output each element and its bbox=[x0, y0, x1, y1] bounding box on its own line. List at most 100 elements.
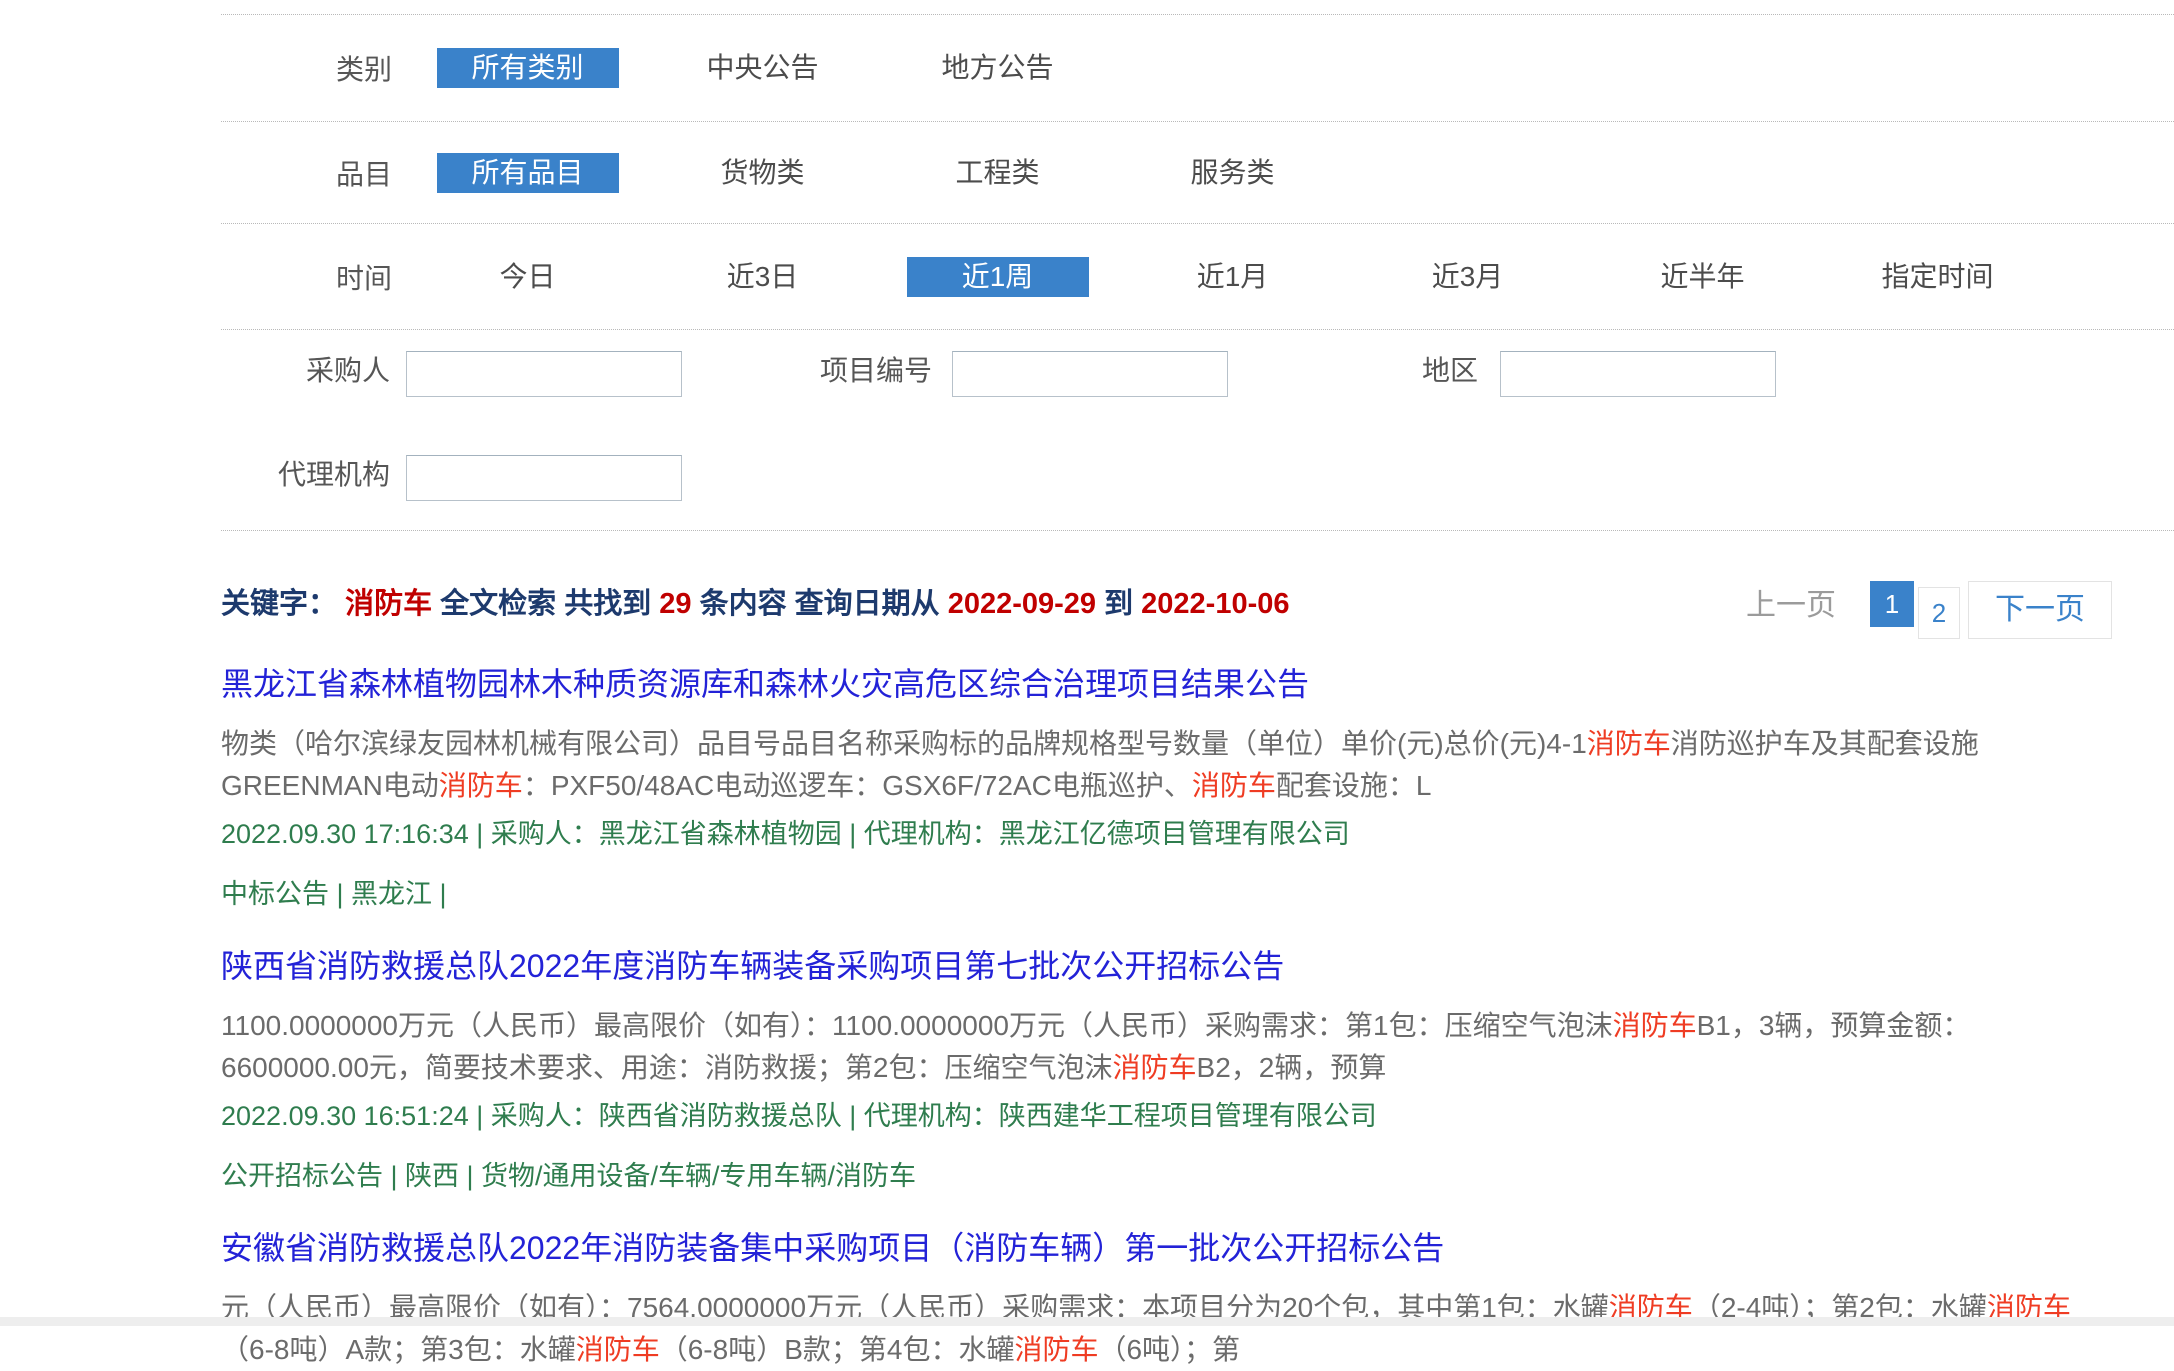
highlighted-keyword: 消防车 bbox=[345, 588, 432, 620]
text-segment: ：PXF50/48AC电动巡逻车：GSX6F/72AC电瓶巡护、 bbox=[523, 770, 1192, 801]
highlighted-keyword: 消防车 bbox=[1587, 728, 1671, 759]
highlighted-keyword: 29 bbox=[659, 588, 691, 620]
filter-option-today[interactable]: 今日 bbox=[410, 257, 645, 297]
filter-input-row-1: 采购人 项目编号 地区 bbox=[221, 349, 2174, 397]
text-segment: （6-8吨）B款；第4包：水罐 bbox=[660, 1334, 1015, 1365]
highlighted-keyword: 2022-10-06 bbox=[1141, 588, 1289, 620]
result-snippet-line: GREENMAN电动消防车：PXF50/48AC电动巡逻车：GSX6F/72AC… bbox=[221, 765, 2174, 807]
result-snippet: 物类（哈尔滨绿友园林机械有限公司）品目号品目名称采购标的品牌规格型号数量（单位）… bbox=[221, 723, 2174, 807]
filter-option-label: 货物类 bbox=[720, 153, 804, 193]
result-tags[interactable]: 公开招标公告 | 陕西 | 货物/通用设备/车辆/专用车辆/消防车 bbox=[221, 1159, 2174, 1193]
filter-option-central-announcements[interactable]: 中央公告 bbox=[645, 48, 880, 88]
project-number-label: 项目编号 bbox=[682, 349, 932, 397]
filter-option-last-week[interactable]: 近1周 bbox=[880, 257, 1115, 297]
result-meta: 2022.09.30 16:51:24 | 采购人：陕西省消防救援总队 | 代理… bbox=[221, 1099, 2174, 1133]
filter-option-label: 今日 bbox=[499, 257, 555, 297]
highlighted-keyword: 消防车 bbox=[1613, 1010, 1697, 1041]
filter-input-row-2: 代理机构 bbox=[221, 453, 2174, 501]
text-segment: 条内容 查询日期从 bbox=[692, 588, 948, 620]
result-snippet: 元（人民币）最高限价（如有）：7564.0000000万元（人民币）采购需求：本… bbox=[221, 1287, 2174, 1371]
result-item-2: 陕西省消防救援总队2022年度消防车辆装备采购项目第七批次公开招标公告 1100… bbox=[221, 941, 2174, 1193]
text-segment: 配套设施：L bbox=[1276, 770, 1432, 801]
filter-panel: 类别 所有类别 中央公告 地方公告 品目 所有品目 货物类 bbox=[221, 14, 2174, 531]
filter-option-goods[interactable]: 货物类 bbox=[645, 153, 880, 193]
text-segment: 关键字： bbox=[221, 588, 345, 620]
filter-option-services[interactable]: 服务类 bbox=[1115, 153, 1350, 193]
result-item-1: 黑龙江省森林植物园林木种质资源库和森林火灾高危区综合治理项目结果公告 物类（哈尔… bbox=[221, 659, 2174, 911]
purchaser-label: 采购人 bbox=[221, 349, 390, 397]
filter-option-label: 近3月 bbox=[1432, 257, 1504, 297]
page-number-2[interactable]: 2 bbox=[1918, 587, 1960, 639]
filter-option-label: 工程类 bbox=[955, 153, 1039, 193]
next-page-button[interactable]: 下一页 bbox=[1968, 581, 2112, 639]
purchaser-input[interactable] bbox=[406, 351, 682, 397]
results-list: 黑龙江省森林植物园林木种质资源库和森林火灾高危区综合治理项目结果公告 物类（哈尔… bbox=[221, 659, 2174, 1371]
highlighted-keyword: 消防车 bbox=[1113, 1052, 1197, 1083]
filter-option-label: 近3日 bbox=[727, 257, 799, 297]
result-snippet-line: 1100.0000000万元（人民币）最高限价（如有）：1100.0000000… bbox=[221, 1005, 2174, 1047]
filter-options-item-type: 所有品目 货物类 工程类 服务类 bbox=[410, 153, 1350, 193]
result-snippet-line: （6-8吨）A款；第3包：水罐消防车（6-8吨）B款；第4包：水罐消防车（6吨）… bbox=[221, 1329, 2174, 1371]
result-title-link[interactable]: 陕西省消防救援总队2022年度消防车辆装备采购项目第七批次公开招标公告 bbox=[221, 941, 2174, 987]
text-segment: 1100.0000000万元（人民币）最高限价（如有）：1100.0000000… bbox=[221, 1010, 1613, 1041]
filter-option-label: 中央公告 bbox=[706, 48, 818, 88]
result-title-link[interactable]: 安徽省消防救援总队2022年消防装备集中采购项目（消防车辆）第一批次公开招标公告 bbox=[221, 1223, 2174, 1269]
filter-option-label: 所有类别 bbox=[437, 48, 619, 88]
text-segment: GREENMAN电动 bbox=[221, 770, 439, 801]
search-summary: 关键字： 消防车 全文检索 共找到 29 条内容 查询日期从 2022-09-2… bbox=[221, 587, 1290, 621]
filter-option-last-month[interactable]: 近1月 bbox=[1115, 257, 1350, 297]
filter-label-item-type: 品目 bbox=[221, 153, 392, 193]
filter-inputs-area: 采购人 项目编号 地区 代理机构 bbox=[221, 329, 2174, 531]
region-label: 地区 bbox=[1228, 349, 1478, 397]
filter-option-label: 地方公告 bbox=[941, 48, 1053, 88]
filter-option-all-categories[interactable]: 所有类别 bbox=[410, 48, 645, 88]
filter-row-time: 时间 今日 近3日 近1周 近1月 近3月 近半年 bbox=[221, 223, 2174, 329]
filter-option-label: 近半年 bbox=[1660, 257, 1744, 297]
filter-option-label: 近1月 bbox=[1197, 257, 1269, 297]
text-segment: 消防巡护车及其配套设施 bbox=[1671, 728, 1979, 759]
page-bottom-strip bbox=[0, 1317, 2174, 1326]
filter-option-last-3-months[interactable]: 近3月 bbox=[1350, 257, 1585, 297]
filter-row-category: 类别 所有类别 中央公告 地方公告 bbox=[221, 14, 2174, 121]
result-snippet-line: 物类（哈尔滨绿友园林机械有限公司）品目号品目名称采购标的品牌规格型号数量（单位）… bbox=[221, 723, 2174, 765]
filter-option-label: 所有品目 bbox=[437, 153, 619, 193]
filter-option-label: 指定时间 bbox=[1881, 257, 1993, 297]
result-title-link[interactable]: 黑龙江省森林植物园林木种质资源库和森林火灾高危区综合治理项目结果公告 bbox=[221, 659, 2174, 705]
search-page-content: 类别 所有类别 中央公告 地方公告 品目 所有品目 货物类 bbox=[0, 0, 2174, 1371]
result-snippet-line: 6600000.00元，简要技术要求、用途：消防救援；第2包：压缩空气泡沫消防车… bbox=[221, 1047, 2174, 1089]
text-segment: 6600000.00元，简要技术要求、用途：消防救援；第2包：压缩空气泡沫 bbox=[221, 1052, 1113, 1083]
highlighted-keyword: 消防车 bbox=[439, 770, 523, 801]
filter-row-item-type: 品目 所有品目 货物类 工程类 服务类 bbox=[221, 121, 2174, 223]
agency-label: 代理机构 bbox=[221, 453, 390, 501]
region-input[interactable] bbox=[1500, 351, 1776, 397]
filter-option-all-items[interactable]: 所有品目 bbox=[410, 153, 645, 193]
result-meta: 2022.09.30 17:16:34 | 采购人：黑龙江省森林植物园 | 代理… bbox=[221, 817, 2174, 851]
filter-label-time: 时间 bbox=[221, 257, 392, 297]
highlighted-keyword: 消防车 bbox=[576, 1334, 660, 1365]
text-segment: 物类（哈尔滨绿友园林机械有限公司）品目号品目名称采购标的品牌规格型号数量（单位）… bbox=[221, 728, 1587, 759]
summary-and-pagination-row: 关键字： 消防车 全文检索 共找到 29 条内容 查询日期从 2022-09-2… bbox=[221, 587, 2174, 639]
filter-option-custom-time[interactable]: 指定时间 bbox=[1820, 257, 2055, 297]
filter-option-label: 服务类 bbox=[1190, 153, 1274, 193]
text-segment: B2，2辆，预算 bbox=[1197, 1052, 1387, 1083]
pagination: 上一页 1 2 下一页 bbox=[1746, 581, 2112, 639]
filter-option-local-announcements[interactable]: 地方公告 bbox=[880, 48, 1115, 88]
filter-options-category: 所有类别 中央公告 地方公告 bbox=[410, 48, 1115, 88]
highlighted-keyword: 消防车 bbox=[1192, 770, 1276, 801]
filter-label-category: 类别 bbox=[221, 48, 392, 88]
filter-option-engineering[interactable]: 工程类 bbox=[880, 153, 1115, 193]
filter-option-last-3-days[interactable]: 近3日 bbox=[645, 257, 880, 297]
prev-page-button[interactable]: 上一页 bbox=[1746, 581, 1836, 631]
project-number-input[interactable] bbox=[952, 351, 1228, 397]
agency-input[interactable] bbox=[406, 455, 682, 501]
result-item-3: 安徽省消防救援总队2022年消防装备集中采购项目（消防车辆）第一批次公开招标公告… bbox=[221, 1223, 2174, 1371]
highlighted-keyword: 消防车 bbox=[1014, 1334, 1098, 1365]
result-tags[interactable]: 中标公告 | 黑龙江 | bbox=[221, 877, 2174, 911]
highlighted-keyword: 2022-09-29 bbox=[948, 588, 1096, 620]
page-number-1[interactable]: 1 bbox=[1870, 581, 1914, 627]
text-segment: 到 bbox=[1096, 588, 1141, 620]
filter-option-last-half-year[interactable]: 近半年 bbox=[1585, 257, 1820, 297]
text-segment: 全文检索 共找到 bbox=[432, 588, 659, 620]
text-segment: （6吨）；第 bbox=[1098, 1334, 1240, 1365]
filter-options-time: 今日 近3日 近1周 近1月 近3月 近半年 指定时间 bbox=[410, 257, 2055, 297]
